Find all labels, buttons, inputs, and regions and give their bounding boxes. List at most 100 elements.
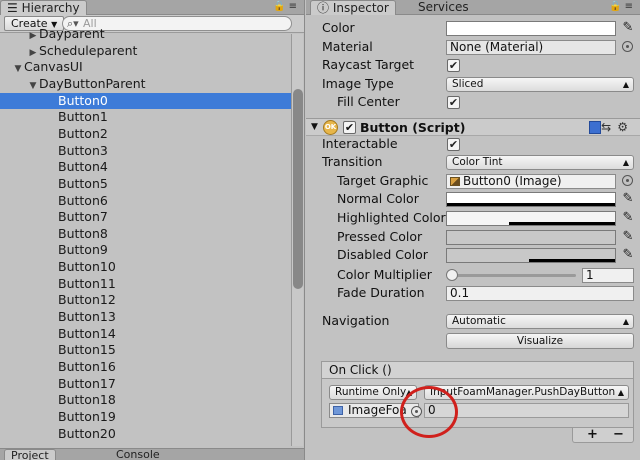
hierarchy-row[interactable]: ▼ DayButtonParent xyxy=(0,76,292,93)
hierarchy-scroll-thumb[interactable] xyxy=(293,89,303,289)
pressed-color-swatch[interactable] xyxy=(446,230,616,245)
color-multiplier-input[interactable]: 1 xyxy=(582,268,634,283)
hierarchy-row[interactable]: Button16 xyxy=(0,359,292,376)
gameobject-icon xyxy=(333,406,343,415)
hierarchy-row[interactable]: Button12 xyxy=(0,292,292,309)
button-component-icon: OK xyxy=(323,120,338,135)
image-type-dropdown[interactable]: Sliced ▲ xyxy=(446,77,634,92)
eyedropper-icon[interactable]: ✎ xyxy=(620,20,636,36)
hierarchy-row[interactable]: Button9 xyxy=(0,242,292,259)
hierarchy-row[interactable]: Button10 xyxy=(0,259,292,276)
hierarchy-row[interactable]: ▶ Scheduleparent xyxy=(0,43,292,60)
fold-right-icon[interactable]: ▶ xyxy=(27,28,39,44)
raycast-target-row: Raycast Target ✔ xyxy=(306,56,640,74)
transition-row: Transition Color Tint ▲ xyxy=(306,153,640,171)
object-picker-icon[interactable] xyxy=(622,175,633,186)
hierarchy-row[interactable]: Button20 xyxy=(0,426,292,443)
eyedropper-icon[interactable]: ✎ xyxy=(620,191,636,207)
fold-down-icon[interactable]: ▼ xyxy=(311,122,318,132)
material-field[interactable]: None (Material) xyxy=(446,40,616,55)
pressed-color-row: Pressed Color ✎ xyxy=(306,228,640,246)
color-swatch[interactable] xyxy=(446,21,616,36)
lock-icon[interactable]: 🔒 xyxy=(273,1,288,12)
hierarchy-row[interactable]: Button11 xyxy=(0,276,292,293)
color-multiplier-slider-track[interactable] xyxy=(451,274,576,277)
eyedropper-icon[interactable]: ✎ xyxy=(620,247,636,263)
button-enabled-checkbox[interactable]: ✔ xyxy=(343,121,356,134)
hierarchy-row[interactable]: Button14 xyxy=(0,326,292,343)
lock-icon[interactable]: 🔒 xyxy=(609,1,624,12)
gear-icon[interactable]: ⚙ xyxy=(617,120,634,134)
raycast-target-checkbox[interactable]: ✔ xyxy=(447,59,460,72)
hierarchy-row[interactable]: Button18 xyxy=(0,392,292,409)
help-book-icon[interactable] xyxy=(589,121,602,134)
normal-color-swatch[interactable] xyxy=(446,192,616,207)
hierarchy-row[interactable]: Button17 xyxy=(0,376,292,393)
interactable-checkbox[interactable]: ✔ xyxy=(447,138,460,151)
fade-duration-input[interactable]: 0.1 xyxy=(446,286,634,301)
remove-event-button[interactable]: − xyxy=(613,428,624,442)
hierarchy-row[interactable]: Button7 xyxy=(0,209,292,226)
hierarchy-row-label: Button7 xyxy=(58,209,108,225)
hierarchy-row[interactable]: ▶ Dayparent xyxy=(0,26,292,43)
material-value: None (Material) xyxy=(450,40,544,54)
hierarchy-row[interactable]: Button1 xyxy=(0,109,292,126)
hierarchy-row[interactable]: Button3 xyxy=(0,143,292,160)
target-graphic-row: Target Graphic Button0 (Image) xyxy=(306,172,640,190)
disabled-color-row: Disabled Color ✎ xyxy=(306,246,640,264)
hierarchy-row[interactable]: Button19 xyxy=(0,409,292,426)
chevron-updown-icon: ▲ xyxy=(622,158,629,167)
target-object-value: ImageFoa xyxy=(348,403,407,417)
button-component-header[interactable]: ▼ OK ✔ Button (Script) ⇆⚙ xyxy=(306,118,640,136)
object-picker-icon[interactable] xyxy=(622,41,633,52)
navigation-dropdown[interactable]: Automatic ▲ xyxy=(446,314,634,329)
hierarchy-row-label: Scheduleparent xyxy=(39,42,138,58)
hierarchy-row[interactable]: Button5 xyxy=(0,176,292,193)
fold-down-icon[interactable]: ▼ xyxy=(27,78,39,94)
transition-dropdown[interactable]: Color Tint ▲ xyxy=(446,155,634,170)
color-multiplier-slider-knob[interactable] xyxy=(446,269,458,281)
inspector-panel: ⓘ Inspector Services 🔒≡ Color ✎ Material… xyxy=(306,0,640,460)
tab-inspector[interactable]: ⓘ Inspector xyxy=(310,0,396,15)
hierarchy-row[interactable]: Button13 xyxy=(0,309,292,326)
add-event-button[interactable]: + xyxy=(587,428,598,442)
visualize-button[interactable]: Visualize xyxy=(446,333,634,349)
highlighted-color-swatch[interactable] xyxy=(446,211,616,226)
target-graphic-field[interactable]: Button0 (Image) xyxy=(446,174,616,189)
fold-right-icon[interactable]: ▶ xyxy=(27,45,39,61)
hierarchy-row[interactable]: Button4 xyxy=(0,159,292,176)
hierarchy-row-label: Dayparent xyxy=(39,26,105,41)
hierarchy-tab-icon: ☰ xyxy=(7,1,22,15)
tab-project[interactable]: Project xyxy=(4,449,56,460)
inspector-tab-label: Inspector xyxy=(332,1,389,15)
preset-sliders-icon[interactable]: ⇆ xyxy=(601,120,617,134)
eyedropper-icon[interactable]: ✎ xyxy=(620,210,636,226)
hierarchy-row-label: Button10 xyxy=(58,259,116,275)
hierarchy-row[interactable]: Button6 xyxy=(0,193,292,210)
hierarchy-row[interactable]: Button2 xyxy=(0,126,292,143)
hierarchy-row[interactable]: Button15 xyxy=(0,342,292,359)
hierarchy-row[interactable]: Button0 xyxy=(0,92,292,110)
fill-center-checkbox[interactable]: ✔ xyxy=(447,96,460,109)
disabled-color-label: Disabled Color xyxy=(337,247,428,262)
hierarchy-row[interactable]: ▼ CanvasUI xyxy=(0,59,292,76)
hierarchy-row-label: CanvasUI xyxy=(24,59,83,75)
annotation-circle xyxy=(400,386,458,438)
tab-hierarchy[interactable]: ☰ Hierarchy xyxy=(0,0,87,15)
eyedropper-icon[interactable]: ✎ xyxy=(620,229,636,245)
fold-down-icon[interactable]: ▼ xyxy=(12,61,24,77)
image-type-label: Image Type xyxy=(322,76,394,91)
hierarchy-row[interactable]: Button8 xyxy=(0,226,292,243)
transition-value: Color Tint xyxy=(452,156,503,168)
function-dropdown[interactable]: InputFoamManager.PushDayButton ▲ xyxy=(424,385,629,400)
tab-services[interactable]: Services xyxy=(412,0,475,15)
hierarchy-row-label: Button19 xyxy=(58,408,116,424)
tab-menu-icon[interactable]: ≡ xyxy=(625,1,636,12)
tab-menu-icon[interactable]: ≡ xyxy=(289,1,300,12)
hierarchy-scrollbar[interactable] xyxy=(291,34,303,446)
tab-console[interactable]: Console xyxy=(110,449,166,460)
hierarchy-row-label: Button13 xyxy=(58,309,116,325)
disabled-color-swatch[interactable] xyxy=(446,248,616,263)
color-multiplier-row: Color Multiplier 1 xyxy=(306,266,640,284)
color-multiplier-label: Color Multiplier xyxy=(337,267,432,282)
